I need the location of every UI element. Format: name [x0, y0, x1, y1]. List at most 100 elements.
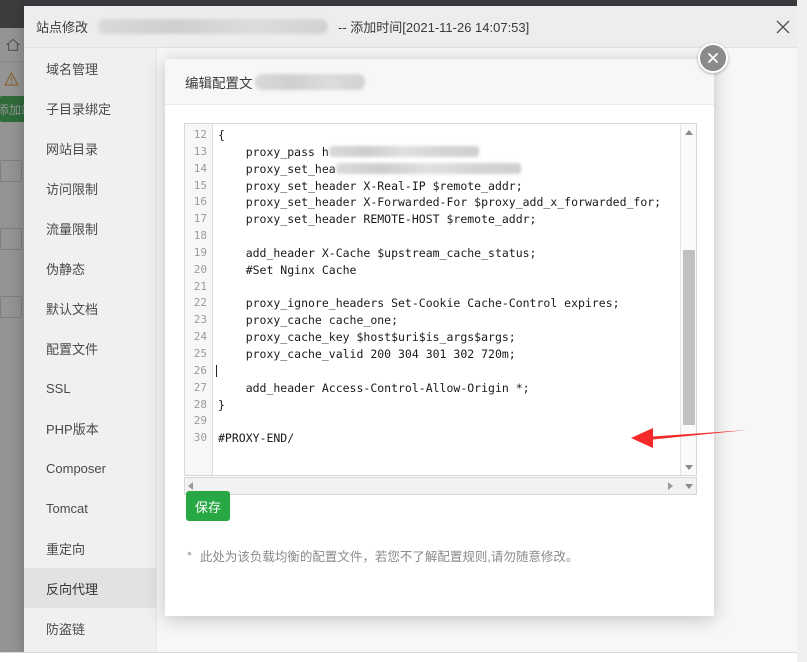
sidebar-item-1[interactable]: 子目录绑定: [24, 88, 156, 128]
code-line: add_header X-Cache $upstream_cache_statu…: [214, 245, 679, 262]
code-line-text: }: [218, 397, 225, 412]
line-number: 24: [193, 330, 207, 344]
site-edit-dialog-title: 站点修改 -- 添加时间[2021-11-26 14:07:53]: [36, 17, 529, 36]
scroll-left-arrow-icon[interactable]: [188, 482, 193, 490]
editor-horizontal-scrollbar[interactable]: [184, 477, 697, 495]
edit-config-title-text: 编辑配置文: [185, 75, 253, 91]
line-number: 22: [193, 296, 207, 310]
line-number: 12: [193, 128, 207, 141]
code-line-text: proxy_set_header X-Real-IP $remote_addr;: [218, 178, 523, 193]
code-line: #Set Nginx Cache: [214, 262, 679, 279]
code-line-text: proxy_set_hea: [218, 161, 336, 176]
code-line: proxy_ignore_headers Set-Cookie Cache-Co…: [214, 295, 679, 312]
edit-config-dialog-title: 编辑配置文: [185, 72, 365, 92]
code-line: add_header Access-Control-Allow-Origin *…: [214, 380, 679, 397]
scroll-right-arrow-icon[interactable]: [668, 482, 673, 490]
line-number: 26: [193, 363, 207, 377]
sidebar-item-5[interactable]: 伪静态: [24, 248, 156, 288]
code-line: proxy_set_header X-Real-IP $remote_addr;: [214, 178, 679, 195]
line-number: 23: [193, 313, 207, 327]
sidebar-item-12[interactable]: 重定向: [24, 528, 156, 568]
code-line-text: proxy_set_header REMOTE-HOST $remote_add…: [218, 212, 537, 227]
sidebar-item-label: 反向代理: [46, 581, 99, 597]
code-line: {: [214, 127, 679, 144]
sidebar-item-9[interactable]: PHP版本: [24, 408, 156, 448]
code-line: proxy_cache_valid 200 304 301 302 720m;: [214, 346, 679, 363]
config-code-editor[interactable]: 12 13 14 15 16 17 18 19 20 21 22 23 24 25 26 27 28 29 30 {…: [184, 123, 697, 476]
code-line-text: #Set Nginx Cache: [218, 262, 357, 277]
sidebar-item-label: 域名管理: [46, 61, 99, 77]
sidebar-item-7[interactable]: 配置文件: [24, 328, 156, 368]
code-line-text: #PROXY-END/: [218, 431, 295, 446]
line-number: 29: [193, 414, 207, 428]
code-line-text: add_header Access-Control-Allow-Origin *…: [218, 380, 530, 395]
line-number-gutter: 12 13 14 15 16 17 18 19 20 21 22 23 24 25 26 27 28 29 30: [185, 124, 213, 475]
sidebar-item-label: 子目录绑定: [46, 101, 112, 117]
site-edit-title-suffix: -- 添加时间[2021-11-26 14:07:53]: [338, 20, 530, 35]
line-number: 27: [193, 380, 207, 394]
screen-root: 首页 添加站点 操作 | 编辑 | 删除: [0, 0, 807, 662]
scroll-down-arrow-icon[interactable]: [681, 459, 696, 475]
site-settings-sidebar: 域名管理子目录绑定网站目录 访问限制 流量限制伪静态默认文档配置文件 SSL PHP版本…: [24, 48, 157, 654]
sidebar-item-label: 防盗链: [46, 621, 86, 637]
editor-vertical-scrollbar[interactable]: [680, 124, 696, 475]
text-caret: [216, 364, 217, 377]
code-line: [214, 363, 679, 380]
line-number: 28: [193, 397, 207, 411]
sidebar-item-10[interactable]: Composer: [24, 448, 156, 488]
save-button[interactable]: 保存: [186, 491, 230, 521]
sidebar-item-11[interactable]: Tomcat: [24, 488, 156, 528]
line-number: 30: [193, 431, 207, 445]
code-line-text: proxy_cache_valid 200 304 301 302 720m;: [218, 346, 516, 361]
sidebar-item-2[interactable]: 网站目录: [24, 128, 156, 168]
scroll-down-corner-icon[interactable]: [685, 483, 693, 489]
sidebar-item-14[interactable]: 防盗链: [24, 608, 156, 648]
sidebar-item-label: 重定向: [46, 541, 86, 557]
code-line: proxy_set_header X-Forwarded-For $proxy_…: [214, 194, 679, 211]
redacted-file-name: [254, 73, 365, 90]
sidebar-item-label: Tomcat: [46, 500, 88, 516]
line-number: 20: [193, 262, 207, 276]
sidebar-item-13[interactable]: 反向代理: [24, 568, 156, 608]
edit-config-dialog: 编辑配置文 12 13 14 15 16 17 18 19 20 21 22 23 24 25 26 27 28…: [165, 43, 747, 616]
sidebar-item-4[interactable]: 流量限制: [24, 208, 156, 248]
sidebar-item-label: Composer: [46, 460, 106, 476]
code-text-area[interactable]: { proxy_pass h proxy_set_hea proxy_set_h…: [214, 124, 679, 475]
code-line-text: proxy_ignore_headers Set-Cookie Cache-Co…: [218, 296, 620, 311]
line-number: 19: [193, 245, 207, 259]
sidebar-item-8[interactable]: SSL: [24, 368, 156, 408]
scroll-up-arrow-icon[interactable]: [681, 124, 696, 140]
code-line-text: proxy_cache_key $host$uri$is_args$args;: [218, 330, 516, 345]
sidebar-item-label: PHP版本: [46, 421, 99, 437]
code-line: }: [214, 397, 679, 414]
sidebar-item-label: SSL: [46, 380, 71, 396]
modal-overlay[interactable]: [0, 0, 24, 662]
code-line-text: {: [218, 128, 225, 142]
sidebar-item-0[interactable]: 域名管理: [24, 48, 156, 88]
code-line: proxy_cache_key $host$uri$is_args$args;: [214, 329, 679, 346]
vertical-scrollbar-thumb[interactable]: [683, 250, 695, 425]
sidebar-item-3[interactable]: 访问限制: [24, 168, 156, 208]
config-hint-text: 此处为该负载均衡的配置文件，若您不了解配置规则,请勿随意修改。: [199, 550, 579, 564]
site-edit-dialog-header: 站点修改 -- 添加时间[2021-11-26 14:07:53]: [24, 6, 807, 48]
code-line: #PROXY-END/: [214, 430, 679, 447]
sidebar-item-label: 伪静态: [46, 261, 86, 277]
sidebar-item-6[interactable]: 默认文档: [24, 288, 156, 328]
page-scrollbar[interactable]: [797, 0, 807, 662]
code-line-text: add_header X-Cache $upstream_cache_statu…: [218, 245, 537, 260]
code-line: proxy_set_hea: [214, 161, 679, 178]
line-number: 18: [193, 229, 207, 243]
line-number: 13: [193, 144, 207, 158]
line-number: 21: [193, 279, 207, 293]
sidebar-item-label: 配置文件: [46, 341, 99, 357]
bullet-icon: •: [187, 545, 192, 561]
line-number: 14: [193, 161, 207, 175]
site-edit-dialog: 站点修改 -- 添加时间[2021-11-26 14:07:53] 域名管理子目…: [24, 6, 807, 654]
config-hint: • 此处为该负载均衡的配置文件，若您不了解配置规则,请勿随意修改。: [187, 546, 687, 565]
close-circle-icon[interactable]: [698, 43, 728, 73]
line-number: 16: [193, 195, 207, 209]
close-icon[interactable]: [773, 17, 793, 37]
code-line: proxy_set_header REMOTE-HOST $remote_add…: [214, 211, 679, 228]
